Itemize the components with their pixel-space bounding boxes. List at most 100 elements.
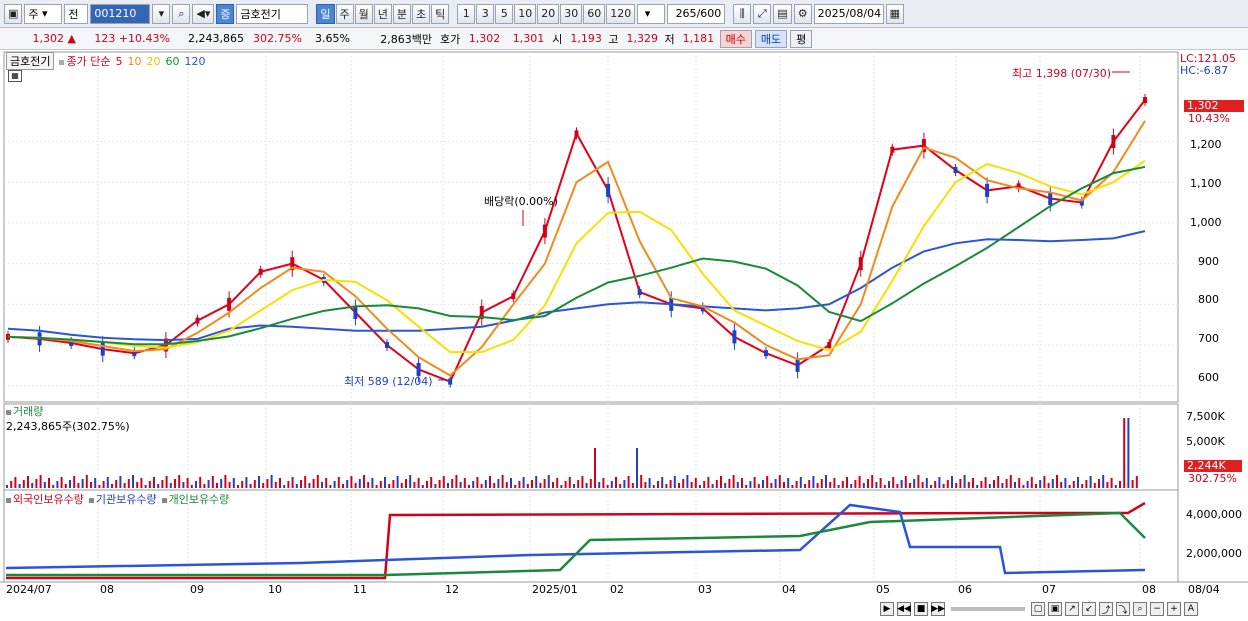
volume-bar: [90, 482, 92, 488]
interval-button[interactable]: 120: [606, 3, 636, 24]
volume-bar: [564, 481, 567, 488]
font-size-icon[interactable]: A: [1184, 602, 1198, 616]
interval-button[interactable]: 20: [537, 3, 560, 24]
period-button[interactable]: 일: [316, 3, 335, 24]
zoom-search-icon[interactable]: ⌕: [1133, 602, 1147, 616]
tool-icon-5[interactable]: ⤴: [1099, 602, 1113, 616]
market-type-value: 주: [28, 7, 39, 21]
low-label: 저: [664, 32, 675, 46]
save-icon[interactable]: ▤: [773, 3, 792, 24]
candle-body: [953, 167, 958, 174]
quote-volume-ratio: 302.75%: [253, 32, 302, 45]
gear-icon[interactable]: ⚙: [793, 3, 812, 24]
period-button[interactable]: 주: [335, 3, 354, 24]
search-icon[interactable]: ⌕: [172, 3, 191, 24]
candle-body: [890, 146, 895, 153]
period-button[interactable]: 분: [392, 3, 412, 24]
interval-button[interactable]: 30: [560, 3, 583, 24]
interval-button[interactable]: 10: [514, 3, 537, 24]
calendar-icon[interactable]: ▦: [885, 3, 905, 24]
period-button[interactable]: 월: [354, 3, 373, 24]
period-button[interactable]: 초: [412, 3, 431, 24]
volume-bar: [606, 485, 609, 488]
volume-bar: [14, 477, 17, 488]
candle-body: [985, 183, 990, 197]
scroll-right-icon[interactable]: ▶: [880, 602, 894, 616]
volume-bar: [770, 483, 773, 488]
grid-toggle-icon[interactable]: ▦: [8, 70, 22, 82]
tool-icon-4[interactable]: ↙: [1082, 602, 1096, 616]
volume-bar: [476, 477, 479, 488]
quote-turnover: 3.65%: [315, 32, 350, 45]
interval-button[interactable]: 1: [457, 3, 476, 24]
ask-label: 호가: [440, 32, 461, 46]
stock-name-field[interactable]: 금호전기: [236, 3, 309, 24]
chart-area[interactable]: 금호전기 종가 단순 5 10 20 60 120 ▦ LC:121.05 HC…: [0, 50, 1248, 621]
rewind-icon[interactable]: ◀◀: [897, 602, 911, 616]
volume-bar: [791, 485, 794, 488]
x-axis-label: 11: [353, 583, 367, 596]
prev-select[interactable]: 전: [64, 3, 89, 24]
zoom-out-icon[interactable]: −: [1150, 602, 1164, 616]
interval-button[interactable]: 5: [495, 3, 514, 24]
stop-icon[interactable]: ■: [914, 602, 928, 616]
volume-bar: [623, 480, 626, 488]
volume-bar: [1072, 481, 1075, 488]
volume-bar: [291, 477, 294, 488]
volume-bar: [161, 480, 164, 488]
volume-bar: [157, 484, 160, 488]
low-value: 1,181: [682, 32, 715, 45]
sell-button[interactable]: 매도: [754, 29, 788, 48]
volume-bar: [484, 480, 487, 488]
volume-bar: [174, 479, 176, 488]
volume-bar: [316, 475, 319, 488]
volume-bar: [946, 480, 949, 488]
volume-bar: [1035, 484, 1037, 488]
fast-forward-icon[interactable]: ▶▶: [931, 602, 945, 616]
legend-stock-name[interactable]: 금호전기: [6, 52, 55, 70]
volume-bar: [854, 480, 857, 488]
volume-bar: [396, 476, 399, 488]
volume-bar: [1068, 485, 1071, 488]
code-dropdown-button[interactable]: ▾: [152, 3, 171, 24]
buy-button[interactable]: 매수: [719, 29, 752, 48]
interval-dropdown[interactable]: ▾: [637, 3, 666, 24]
volume-bar: [703, 481, 706, 488]
interval-button[interactable]: 60: [583, 3, 606, 24]
candle-body: [385, 342, 389, 349]
tool-icon-1[interactable]: ▢: [1031, 602, 1045, 616]
zoom-slider[interactable]: [951, 607, 1025, 611]
candle-body: [1048, 192, 1053, 206]
dividend-note: 배당락(0.00%): [484, 195, 558, 208]
quote-bar: 1,302 ▲ 123 +10.43% 2,243,865 302.75% 3.…: [0, 28, 1248, 50]
volume-bar: [804, 484, 806, 488]
volume-bar: [1064, 478, 1067, 488]
tool-icon-6[interactable]: ⤵: [1116, 602, 1130, 616]
count-field[interactable]: 265/600: [667, 3, 726, 24]
eval-button[interactable]: 평: [790, 29, 813, 48]
candle-body: [353, 305, 358, 319]
candle-body: [258, 268, 263, 275]
volume-bar: [211, 476, 214, 488]
volume-bar: [690, 482, 693, 488]
volume-bar: [661, 477, 664, 488]
open-value: 1,193: [570, 32, 602, 45]
stock-code-input[interactable]: 001210: [90, 3, 151, 24]
zoom-in-icon[interactable]: +: [1167, 602, 1181, 616]
tool-icon-3[interactable]: ↗: [1065, 602, 1079, 616]
chart-canvas[interactable]: [0, 50, 1248, 621]
window-menu-icon[interactable]: ▣: [4, 3, 23, 24]
x-axis-label: 2025/01: [532, 583, 578, 596]
volume-bar: [253, 480, 256, 488]
line-draw-icon[interactable]: ⤢: [753, 3, 772, 24]
speaker-icon[interactable]: ◀▾: [192, 3, 215, 24]
period-button[interactable]: 년: [373, 3, 392, 24]
period-button[interactable]: 틱: [431, 3, 450, 24]
candle-type-icon[interactable]: ⫼: [733, 3, 752, 24]
volume-bar: [1009, 475, 1012, 488]
interval-button[interactable]: 3: [476, 3, 495, 24]
tool-icon-2[interactable]: ▣: [1048, 602, 1062, 616]
volume-bar: [888, 481, 890, 488]
market-type-select[interactable]: 주 ▾: [24, 3, 63, 24]
date-input[interactable]: 2025/08/04: [813, 3, 884, 24]
